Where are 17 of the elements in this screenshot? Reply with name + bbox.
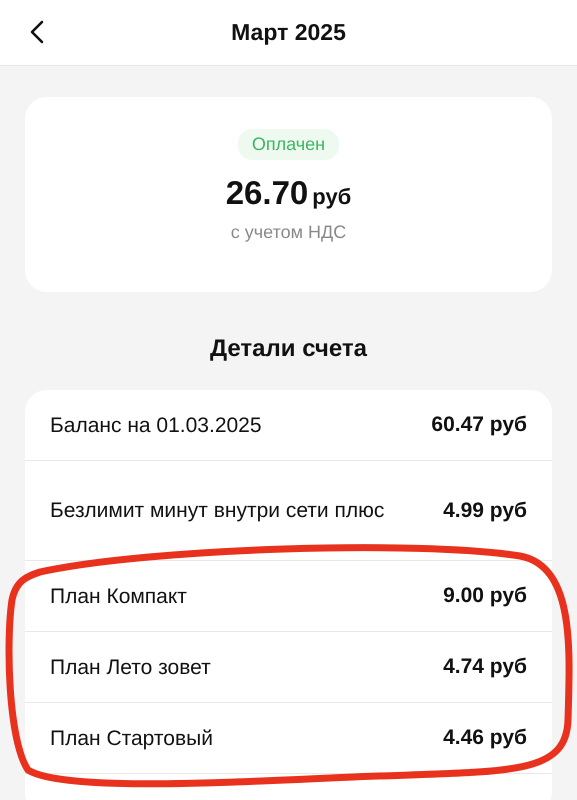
detail-value: 4.74 руб — [443, 655, 527, 679]
detail-label: План Стартовый — [50, 726, 213, 752]
currency-label: руб — [312, 184, 352, 210]
screen-title: Март 2025 — [231, 19, 346, 46]
detail-value: 4.99 руб — [443, 498, 527, 522]
detail-label: План Лето зовет — [50, 654, 211, 680]
back-icon — [30, 20, 44, 44]
section-title: Детали счета — [209, 334, 368, 364]
amount-value: 26.70 — [226, 174, 308, 212]
detail-label: План Компакт — [50, 584, 187, 610]
status-badge: Оплачен — [238, 129, 340, 160]
vat-note: с учетом НДС — [230, 222, 346, 243]
detail-label: Безлимит минут внутри сети плюс — [50, 498, 384, 524]
detail-value: 9.00 руб — [443, 584, 527, 608]
detail-label: Баланс на 01.03.2025 — [50, 412, 262, 438]
detail-value: 60.47 руб — [431, 413, 527, 437]
detail-value: 4.46 руб — [443, 726, 527, 750]
